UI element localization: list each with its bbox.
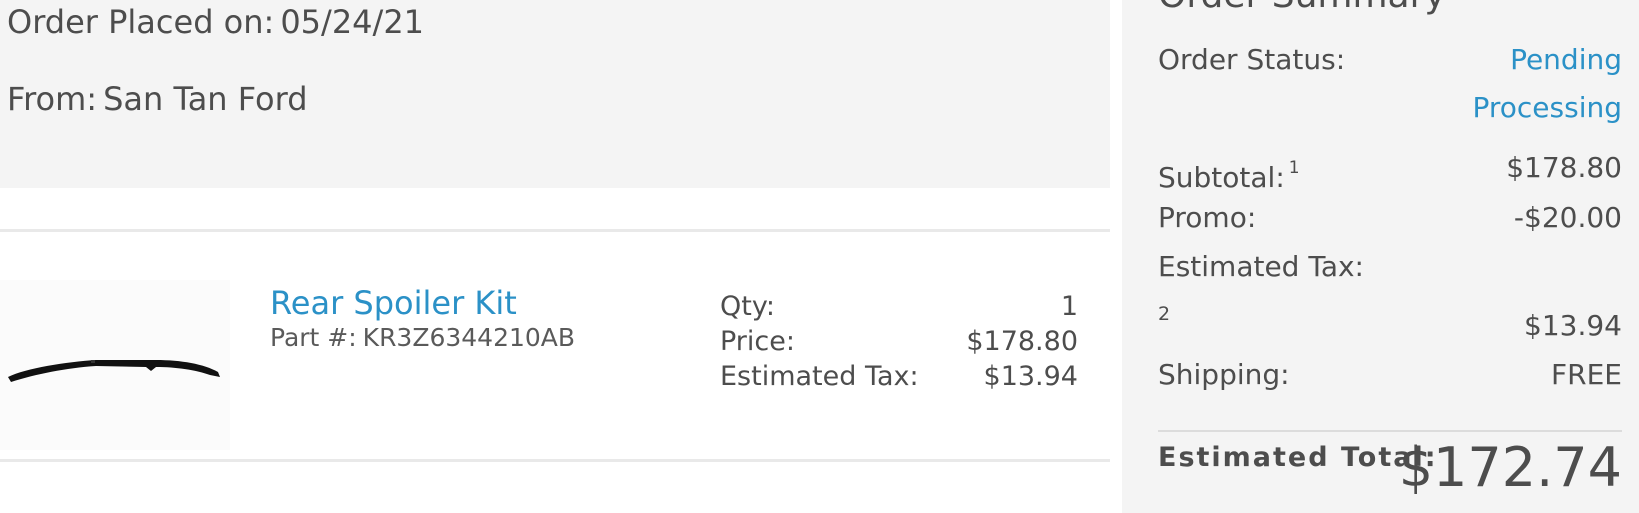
item-qty-row: Qty: 1 (720, 289, 1078, 324)
order-from-line: From: San Tan Ford (7, 77, 308, 121)
order-header: Order Placed on: 05/24/21 From: San Tan Fo… (0, 0, 1110, 188)
part-number-value: KR3Z6344210AB (362, 323, 576, 352)
order-status-label: Order Status: (1158, 43, 1346, 76)
item-tax-label: Estimated Tax: (720, 361, 919, 392)
order-summary-title: Order Summary (1158, 0, 1446, 18)
estimated-total-value: $172.74 (1398, 436, 1622, 499)
estimated-tax-value: $13.94 (1524, 309, 1622, 342)
item-divider-top (0, 229, 1110, 232)
rear-spoiler-image-icon (8, 360, 220, 382)
promo-row: Promo: -$20.00 (1158, 200, 1622, 236)
order-from-label: From: (7, 80, 98, 118)
estimated-tax-label: Estimated Tax: (1158, 250, 1364, 283)
subtotal-row: Subtotal: 1 $178.80 (1158, 150, 1622, 196)
promo-label: Promo: (1158, 201, 1257, 234)
item-tax-row: Estimated Tax: $13.94 (720, 359, 1078, 394)
item-details: Qty: 1 Price: $178.80 Estimated Tax: $13… (720, 289, 1078, 394)
item-divider-bottom (0, 459, 1110, 462)
shipping-value: FREE (1551, 358, 1622, 391)
item-part-number: Part #: KR3Z6344210AB (270, 323, 575, 353)
order-status-row: Order Status: Pending Processing (1158, 42, 1622, 132)
item-price-value: $178.80 (966, 326, 1078, 357)
order-details-page: Order Placed on: 05/24/21 From: San Tan Fo… (0, 0, 1639, 513)
estimated-tax-row: Estimated Tax: (1158, 249, 1622, 285)
order-placed-label: Order Placed on: (7, 3, 275, 41)
item-name-link[interactable]: Rear Spoiler Kit (270, 283, 517, 323)
shipping-label: Shipping: (1158, 358, 1290, 391)
order-summary-panel: Order Summary Order Status: Pending Proc… (1122, 0, 1639, 513)
item-tax-value: $13.94 (983, 361, 1078, 392)
order-status-value: Pending Processing (1472, 43, 1622, 124)
part-number-label: Part #: (270, 323, 357, 352)
item-price-row: Price: $178.80 (720, 324, 1078, 359)
item-image[interactable] (0, 280, 230, 450)
item-qty-label: Qty: (720, 291, 775, 322)
shipping-row: Shipping: FREE (1158, 357, 1622, 393)
subtotal-footnote: 1 (1288, 158, 1300, 178)
summary-divider (1158, 430, 1622, 432)
promo-value: -$20.00 (1513, 201, 1622, 234)
order-placed-date: 05/24/21 (280, 3, 425, 41)
subtotal-value: $178.80 (1506, 151, 1622, 184)
item-qty-value: 1 (1060, 291, 1078, 322)
estimated-tax-footnote: 2 (1158, 303, 1171, 325)
item-price-label: Price: (720, 326, 795, 357)
order-placed-line: Order Placed on: 05/24/21 (7, 0, 424, 44)
estimated-total-label: Estimated Total: (1158, 442, 1438, 473)
order-dealer-name: San Tan Ford (103, 80, 308, 118)
subtotal-label: Subtotal: (1158, 161, 1285, 194)
